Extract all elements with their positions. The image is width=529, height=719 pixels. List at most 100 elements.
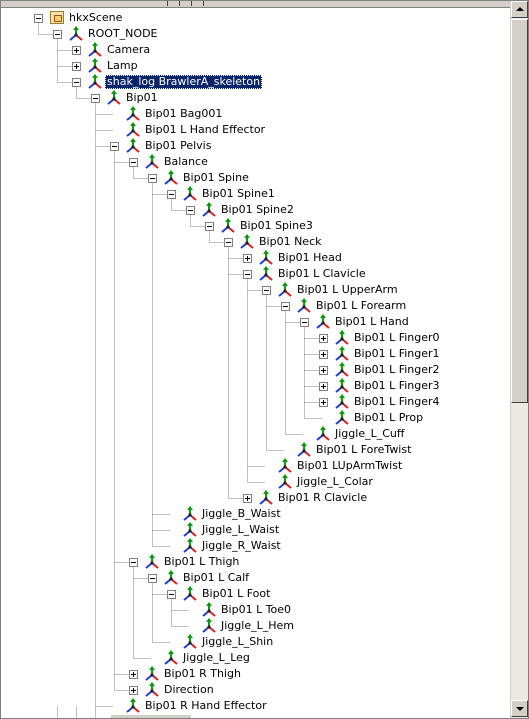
expand-icon[interactable] [319,366,328,375]
collapse-icon[interactable] [281,302,290,311]
tree-node-label[interactable]: Bip01 L Toe0 [219,603,293,617]
tree-node[interactable]: Bip01 L Finger0 [1,330,510,346]
tree-node-label[interactable]: Bip01 L Hand Effector [143,123,267,137]
collapse-icon[interactable] [224,238,233,247]
collapse-icon[interactable] [243,270,252,279]
tree-node-label[interactable]: Bip01 Neck [257,235,324,249]
tree-node[interactable]: Bip01 Spine3 [1,218,510,234]
tree-node[interactable]: Bip01 L ForeTwist [1,442,510,458]
tree-node[interactable]: Bip01 R Thigh [1,666,510,682]
collapse-icon[interactable] [129,158,138,167]
collapse-icon[interactable] [186,206,195,215]
expand-icon[interactable] [319,398,328,407]
tree-node-label[interactable]: Bip01 L Thigh [162,555,241,569]
tree-node[interactable]: Jiggle_L_Cuff [1,426,510,442]
expand-icon[interactable] [72,46,81,55]
tree-node[interactable]: Bip01 Spine2 [1,202,510,218]
tree-node[interactable]: Jiggle_B_Waist [1,506,510,522]
tree-node-label[interactable]: Bip01 L UpperArm [295,283,400,297]
tree-node[interactable]: Bip01 L Forearm [1,298,510,314]
tree-node-label[interactable]: Bip01 L Forearm [314,299,408,313]
tree-node[interactable]: Bip01 L Toe0 [1,602,510,618]
tree-node-label[interactable]: Bip01 L ForeTwist [314,443,413,457]
tree-node-label[interactable]: Bip01 Spine3 [238,219,315,233]
tree-node[interactable]: Bip01 L Hand Effector [1,122,510,138]
collapse-icon[interactable] [53,30,62,39]
vertical-scrollbar[interactable] [510,1,528,718]
tree-node-label[interactable]: Bip01 L Clavicle [276,267,368,281]
tree-node-label[interactable]: Bip01 L Prop [352,411,425,425]
expand-icon[interactable] [243,254,252,263]
tree-node-label[interactable]: Direction [162,683,216,697]
collapse-icon[interactable] [110,142,119,151]
tree-node-label[interactable]: Bip01 L Finger3 [352,379,442,393]
scroll-up-button[interactable] [511,1,528,18]
tree-node-label[interactable]: Jiggle_L_Colar [295,475,375,489]
collapse-icon[interactable] [167,590,176,599]
tree-node[interactable]: Camera [1,42,510,58]
tree-node[interactable]: Bip01 Spine [1,170,510,186]
tree-node-label[interactable]: Bip01 Spine [181,171,251,185]
tree-node[interactable]: Bip01 L Prop [1,410,510,426]
tree-node[interactable]: Lamp [1,58,510,74]
tree-node-label[interactable]: Jiggle_L_Hem [219,619,296,633]
tree-node[interactable]: Bip01 L Thigh [1,554,510,570]
tree-node-label[interactable]: ROOT_NODE [86,27,160,41]
collapse-icon[interactable] [129,558,138,567]
scroll-down-button[interactable] [511,700,528,717]
expand-icon[interactable] [319,350,328,359]
collapse-icon[interactable] [148,574,157,583]
tree-node-label[interactable]: Bip01 L Foot [200,587,272,601]
tree-node-label[interactable]: Jiggle_L_Waist [200,523,281,537]
tree-node[interactable]: Bip01 L Hand [1,314,510,330]
tree-node-label[interactable]: Jiggle_L_Shin [200,635,275,649]
tree-node-label[interactable]: Bip01 LUpArmTwist [295,459,404,473]
tree-node[interactable]: Bip01 R Clavicle [1,490,510,506]
expand-icon[interactable] [129,670,138,679]
tree-node-label[interactable]: Bip01 L Hand [333,315,411,329]
tree-node[interactable]: Jiggle_L_Hem [1,618,510,634]
tree-node-label[interactable]: Bip01 L Finger1 [352,347,442,361]
tree-node[interactable]: Bip01 Spine1 [1,186,510,202]
tree-node[interactable]: shak_log BrawlerA_skeleton [1,74,510,90]
tree-node-label[interactable]: shak_log BrawlerA_skeleton [105,75,263,89]
tree-node-label[interactable]: Bip01 Bag001 [143,107,224,121]
expand-icon[interactable] [129,686,138,695]
tree-node-label[interactable]: Bip01 R Hand Effector [143,699,269,713]
tree-node-label[interactable]: Jiggle_R_Waist [200,539,283,553]
tree-node[interactable]: Bip01 [1,90,510,106]
tree-node[interactable]: Bip01 Neck [1,234,510,250]
tree-node-label[interactable]: Bip01 R Clavicle [276,491,369,505]
tree-node[interactable]: hkxScene [1,10,510,26]
tree-node[interactable]: Bip01 Bag001 [1,106,510,122]
tree-node-label[interactable]: Jiggle_L_Cuff [333,427,406,441]
expand-icon[interactable] [319,382,328,391]
tree-node-label[interactable]: Jiggle_B_Waist [200,507,283,521]
tree-node[interactable]: Direction [1,682,510,698]
tree-node-label[interactable]: Bip01 [124,91,160,105]
tree-node[interactable]: Jiggle_L_Waist [1,522,510,538]
tree-node[interactable]: Bip01 L Clavicle [1,266,510,282]
tree-node[interactable]: Jiggle_L_Leg [1,650,510,666]
tree-node[interactable]: Bip01 LUpArmTwist [1,458,510,474]
tree-node[interactable]: Bip01 Head [1,250,510,266]
scroll-thumb[interactable] [511,19,528,403]
tree-node[interactable]: Bip01 L Finger3 [1,378,510,394]
collapse-icon[interactable] [300,318,309,327]
tree-node-label[interactable]: Bip01 Spine2 [219,203,296,217]
tree-node-label[interactable]: Bip01 Pelvis [143,139,213,153]
collapse-icon[interactable] [34,14,43,23]
tree-node-label[interactable]: Bip01 L Finger2 [352,363,442,377]
tree-node[interactable]: Balance [1,154,510,170]
tree-node-label[interactable]: Bip01 Spine1 [200,187,277,201]
collapse-icon[interactable] [205,222,214,231]
tree-node[interactable]: Bip01 L Foot [1,586,510,602]
collapse-icon[interactable] [72,78,81,87]
tree-node-label[interactable]: Jiggle_L_Leg [181,651,252,665]
tree-node[interactable]: Bip01 L Finger1 [1,346,510,362]
tree-node[interactable]: Jiggle_R_Waist [1,538,510,554]
tree-node[interactable]: ROOT_NODE [1,26,510,42]
tree-node-label[interactable]: Bip01 R Thigh [162,667,243,681]
scene-tree-view[interactable]: hkxScene ROOT_NODE Camera Lamp shak_log Braw… [0,0,529,719]
tree-node[interactable]: Bip01 L UpperArm [1,282,510,298]
